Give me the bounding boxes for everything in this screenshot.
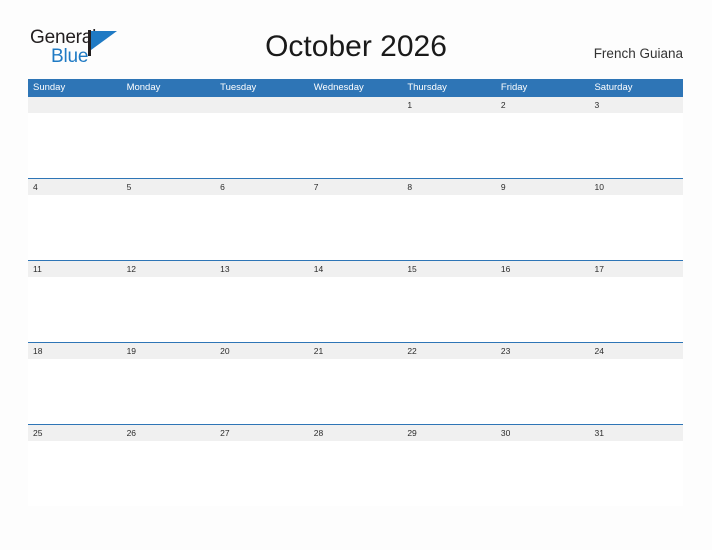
weekday-header-tuesday: Tuesday <box>220 82 257 93</box>
weekday-header-row: Sunday Monday Tuesday Wednesday Thursday… <box>28 79 683 96</box>
day-cell[interactable]: 26 <box>122 425 216 441</box>
day-cell[interactable]: 16 <box>496 261 590 277</box>
day-cell[interactable] <box>309 97 403 113</box>
week-date-band: 1 2 3 <box>28 97 683 113</box>
calendar-grid: Sunday Monday Tuesday Wednesday Thursday… <box>28 79 683 506</box>
week-row: 25 26 27 28 29 30 31 <box>28 424 683 506</box>
day-cell[interactable]: 5 <box>122 179 216 195</box>
week-row: 11 12 13 14 15 16 17 <box>28 260 683 342</box>
week-date-band: 18 19 20 21 22 23 24 <box>28 343 683 359</box>
weekday-header-friday: Friday <box>500 82 528 93</box>
logo-text-blue: Blue <box>51 46 89 67</box>
day-cell[interactable]: 12 <box>122 261 216 277</box>
calendar-page: General Blue October 2026 French Guiana … <box>0 0 712 550</box>
week-row: 1 2 3 <box>28 96 683 178</box>
page-title: October 2026 <box>265 30 447 63</box>
day-cell[interactable]: 20 <box>215 343 309 359</box>
logo-text-general: General <box>30 27 97 48</box>
day-cell[interactable]: 13 <box>215 261 309 277</box>
flag-triangle-shape <box>91 31 117 50</box>
day-cell[interactable]: 10 <box>589 179 683 195</box>
week-content-area[interactable] <box>28 195 683 260</box>
week-content-area[interactable] <box>28 113 683 178</box>
day-cell[interactable]: 11 <box>28 261 122 277</box>
day-cell[interactable]: 29 <box>402 425 496 441</box>
week-date-band: 4 5 6 7 8 9 10 <box>28 179 683 195</box>
day-cell[interactable]: 1 <box>402 97 496 113</box>
week-content-area[interactable] <box>28 277 683 342</box>
week-date-band: 25 26 27 28 29 30 31 <box>28 425 683 441</box>
day-cell[interactable] <box>215 97 309 113</box>
day-cell[interactable]: 30 <box>496 425 590 441</box>
week-row: 18 19 20 21 22 23 24 <box>28 342 683 424</box>
week-content-area[interactable] <box>28 441 683 506</box>
day-cell[interactable]: 25 <box>28 425 122 441</box>
day-cell[interactable]: 19 <box>122 343 216 359</box>
weekday-header-thursday: Thursday <box>407 82 447 93</box>
day-cell[interactable]: 4 <box>28 179 122 195</box>
general-blue-logo[interactable]: General Blue <box>30 28 140 70</box>
day-cell[interactable]: 9 <box>496 179 590 195</box>
locale-label: French Guiana <box>593 46 683 61</box>
day-cell[interactable]: 14 <box>309 261 403 277</box>
day-cell[interactable] <box>122 97 216 113</box>
day-cell[interactable]: 22 <box>402 343 496 359</box>
day-cell[interactable]: 28 <box>309 425 403 441</box>
day-cell[interactable]: 24 <box>589 343 683 359</box>
day-cell[interactable]: 8 <box>402 179 496 195</box>
blue-flag-icon <box>88 30 118 58</box>
day-cell[interactable]: 27 <box>215 425 309 441</box>
week-content-area[interactable] <box>28 359 683 424</box>
day-cell[interactable]: 21 <box>309 343 403 359</box>
day-cell[interactable]: 18 <box>28 343 122 359</box>
day-cell[interactable]: 17 <box>589 261 683 277</box>
week-date-band: 11 12 13 14 15 16 17 <box>28 261 683 277</box>
day-cell[interactable]: 23 <box>496 343 590 359</box>
day-cell[interactable]: 15 <box>402 261 496 277</box>
day-cell[interactable]: 7 <box>309 179 403 195</box>
day-cell[interactable]: 6 <box>215 179 309 195</box>
page-header: General Blue October 2026 French Guiana <box>0 0 712 79</box>
day-cell[interactable]: 2 <box>496 97 590 113</box>
weekday-header-wednesday: Wednesday <box>313 82 364 93</box>
weekday-header-monday: Monday <box>126 82 161 93</box>
day-cell[interactable]: 31 <box>589 425 683 441</box>
weekday-header-sunday: Sunday <box>33 82 66 93</box>
day-cell[interactable] <box>28 97 122 113</box>
week-row: 4 5 6 7 8 9 10 <box>28 178 683 260</box>
day-cell[interactable]: 3 <box>589 97 683 113</box>
weekday-header-saturday: Saturday <box>594 82 633 93</box>
